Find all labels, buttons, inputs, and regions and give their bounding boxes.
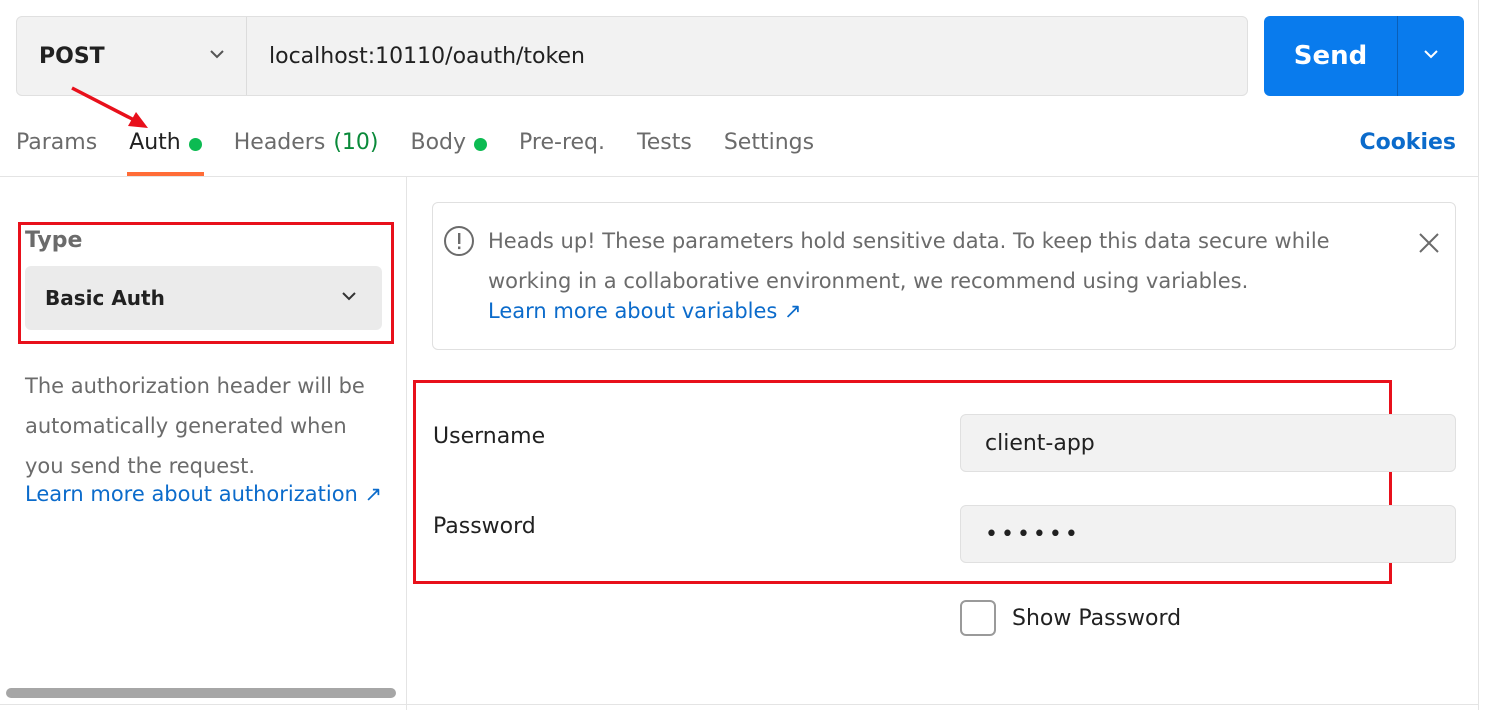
status-dot-icon: [188, 138, 202, 151]
auth-type-select[interactable]: Basic Auth: [25, 266, 382, 330]
tab-label: Params: [16, 130, 98, 155]
auth-description: The authorization header will be automat…: [25, 374, 365, 478]
cookies-link[interactable]: Cookies: [1359, 130, 1456, 155]
tab-label: Tests: [637, 130, 692, 155]
divider: [0, 176, 1478, 177]
status-dot-icon: [474, 138, 488, 151]
url-input[interactable]: localhost:10110/oauth/token: [247, 17, 1247, 95]
tab-tests[interactable]: Tests: [637, 120, 692, 176]
tab-pre-request[interactable]: Pre-req.: [519, 120, 605, 176]
tab-settings[interactable]: Settings: [724, 120, 814, 176]
chevron-down-icon: [1422, 45, 1440, 67]
request-tabs: Params Auth Headers (10) Body Pre-req. T…: [16, 120, 846, 176]
send-options-button[interactable]: [1398, 16, 1464, 96]
learn-more-variables-link[interactable]: Learn more about variables ↗: [488, 299, 802, 323]
divider: [0, 704, 1478, 705]
show-password-toggle[interactable]: Show Password: [960, 600, 1181, 636]
tab-label: Body: [410, 130, 467, 155]
tab-label: Headers: [233, 130, 326, 155]
send-button[interactable]: Send: [1264, 16, 1398, 96]
request-bar: POST localhost:10110/oauth/token: [16, 16, 1248, 96]
sensitive-data-notice: Heads up! These parameters hold sensitiv…: [432, 202, 1456, 350]
tab-label: Auth: [129, 130, 181, 155]
tab-label: Pre-req.: [519, 130, 606, 155]
username-field[interactable]: client-app: [960, 414, 1456, 472]
chevron-down-icon: [340, 287, 358, 309]
tab-headers[interactable]: Headers (10): [234, 120, 379, 176]
password-field[interactable]: ••••••: [960, 505, 1456, 563]
auth-type-value: Basic Auth: [45, 286, 165, 310]
show-password-checkbox[interactable]: [960, 600, 996, 636]
headers-count: (10): [333, 130, 379, 155]
method-select[interactable]: POST: [17, 17, 247, 95]
notice-text: Heads up! These parameters hold sensitiv…: [488, 229, 1330, 293]
annotation-arrow-icon: [71, 86, 148, 128]
show-password-label: Show Password: [1012, 605, 1182, 631]
tab-auth[interactable]: Auth: [127, 120, 204, 176]
tab-body[interactable]: Body: [411, 120, 488, 176]
divider: [1478, 0, 1479, 710]
auth-type-label: Type: [25, 228, 83, 253]
divider: [406, 177, 407, 710]
tab-params[interactable]: Params: [16, 120, 97, 176]
horizontal-scrollbar[interactable]: [6, 688, 396, 698]
tab-label: Settings: [723, 130, 815, 155]
method-label: POST: [39, 43, 105, 69]
send-button-group: Send: [1264, 16, 1464, 96]
info-icon: [443, 225, 475, 261]
close-icon[interactable]: [1417, 231, 1441, 259]
username-label: Username: [433, 424, 546, 449]
learn-more-authorization-link[interactable]: Learn more about authorization ↗: [25, 482, 382, 506]
password-label: Password: [433, 514, 536, 539]
chevron-down-icon: [208, 45, 226, 67]
